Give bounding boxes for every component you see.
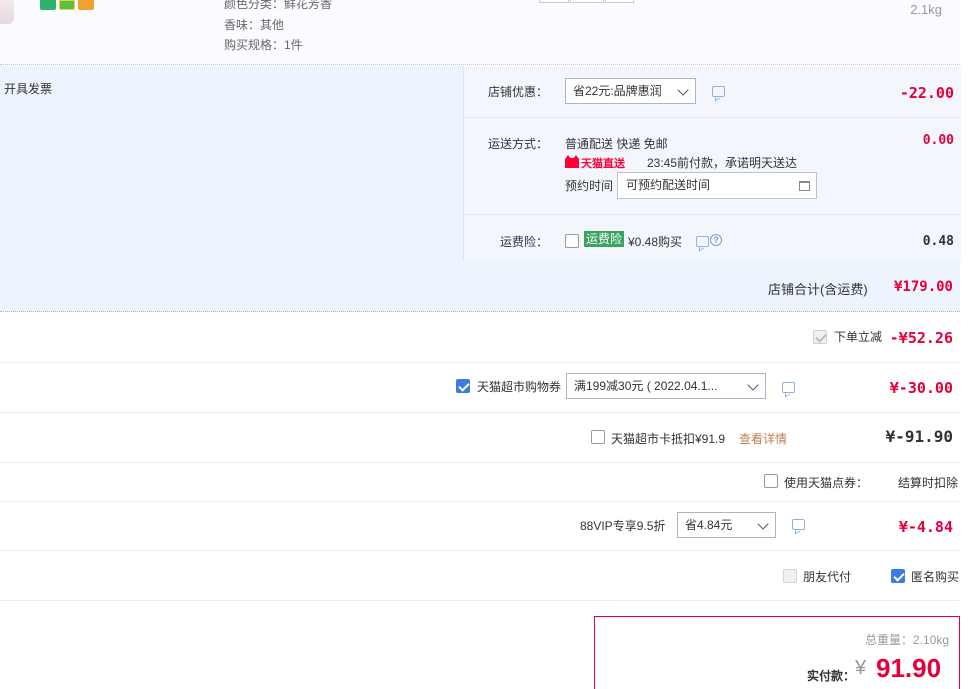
instant-discount-checkbox — [813, 330, 827, 344]
coupon-icon — [78, 0, 94, 10]
shop-discount-value: 省22元:品牌惠润 — [573, 84, 662, 98]
shop-options-panel: 店铺优惠： 省22元:品牌惠润 -22.00 运送方式： 普通配送 快递 免邮 … — [463, 66, 961, 261]
product-item-row: 颜色分类：鲜花芳香 香味：其他 购买规格：1件 2.1kg — [0, 0, 960, 65]
calendar-icon — [799, 181, 810, 191]
shipping-label: 运送方式： — [487, 137, 548, 151]
shipping-method: 普通配送 快递 免邮 — [565, 137, 668, 151]
chevron-down-icon — [747, 379, 759, 391]
coupon-select[interactable]: 满199减30元 ( 2022.04.1... — [566, 373, 766, 399]
instant-discount-row: 下单立减 -¥52.26 — [0, 313, 960, 363]
chevron-down-icon — [757, 518, 769, 530]
tmall-cat-icon — [565, 155, 579, 168]
coupon-amount: ¥-30.00 — [889, 379, 953, 397]
points-value: 结算时扣除 — [898, 476, 959, 490]
insurance-label: 运费险： — [499, 235, 548, 249]
help-icon[interactable]: ? — [710, 234, 722, 246]
product-attr-spec: 购买规格：1件 — [224, 38, 303, 52]
currency-symbol: ¥ — [855, 657, 867, 679]
guarantee-icon — [59, 0, 75, 10]
quantity-decrease-button[interactable] — [539, 0, 569, 3]
shipping-insurance-row: 运费险： 运费险 ¥0.48购买 ? 0.48 — [464, 215, 961, 261]
friend-pay-checkbox — [783, 569, 797, 583]
points-row: 使用天猫点券： 结算时扣除 — [0, 463, 960, 502]
shop-order-section: 开具发票 店铺优惠： 省22元:品牌惠润 -22.00 运送方式： 普通配送 快… — [0, 66, 961, 312]
instant-discount-label: 下单立减 — [834, 330, 883, 344]
vip-select[interactable]: 省4.84元 — [677, 512, 776, 538]
actual-pay-label: 实付款： — [807, 669, 856, 683]
product-attr-scent: 香味：其他 — [224, 18, 285, 32]
coupon-label: 天猫超市购物券 — [477, 380, 562, 394]
vip-label: 88VIP专享9.5折 — [580, 519, 666, 533]
supermarket-card-row: 天猫超市卡抵扣¥91.9 查看详情 ¥-91.90 — [0, 413, 960, 463]
tmall-direct-text: 天猫直送 — [581, 158, 625, 170]
vip-discount-row: 88VIP专享9.5折 省4.84元 ¥-4.84 — [0, 502, 960, 551]
appointment-placeholder: 可预约配送时间 — [626, 178, 711, 192]
card-details-link[interactable]: 查看详情 — [739, 430, 787, 447]
actual-pay-amount: 91.90 — [876, 653, 942, 683]
shop-total-value: ¥179.00 — [893, 279, 953, 295]
total-weight: 总重量：2.10kg — [864, 633, 949, 647]
card-label: 天猫超市卡抵扣¥91.9 — [611, 432, 726, 446]
chevron-down-icon — [677, 84, 689, 96]
shipping-amount: 0.00 — [922, 133, 954, 148]
instant-discount-amount: -¥52.26 — [889, 329, 953, 347]
shop-discount-label: 店铺优惠： — [487, 85, 548, 99]
card-amount: ¥-91.90 — [885, 427, 953, 446]
anonymous-checkbox[interactable] — [891, 569, 905, 583]
coupon-value: 满199减30元 ( 2022.04.1... — [574, 379, 718, 393]
points-checkbox[interactable] — [764, 474, 778, 488]
message-icon[interactable] — [712, 86, 725, 97]
vip-amount: ¥-4.84 — [898, 518, 953, 536]
insurance-checkbox[interactable] — [565, 234, 579, 248]
shop-total-label: 店铺合计(含运费) — [768, 282, 868, 297]
product-weight: 2.1kg — [910, 2, 942, 17]
payment-options-row: 朋友代付 匿名购买 — [0, 551, 960, 601]
insurance-price: ¥0.48购买 — [628, 235, 683, 249]
message-icon[interactable] — [792, 519, 805, 530]
product-thumbnail[interactable] — [0, 0, 14, 24]
coupon-checkbox[interactable] — [456, 379, 470, 393]
message-icon[interactable] — [696, 236, 709, 247]
tmall-direct-badge: 天猫直送 — [565, 155, 625, 171]
product-attr-color: 颜色分类：鲜花芳香 — [224, 0, 333, 11]
service-icons — [40, 0, 94, 10]
quantity-input[interactable] — [570, 0, 604, 3]
anonymous-label: 匿名购买 — [911, 570, 960, 584]
invoice-link[interactable]: 开具发票 — [4, 80, 52, 97]
message-icon[interactable] — [782, 382, 795, 393]
vip-value: 省4.84元 — [685, 518, 733, 532]
shop-discount-row: 店铺优惠： 省22元:品牌惠润 -22.00 — [464, 66, 961, 118]
appointment-label: 预约时间 — [565, 179, 614, 193]
quantity-increase-button[interactable] — [605, 0, 634, 3]
card-checkbox[interactable] — [591, 430, 605, 444]
payment-summary-box: 总重量：2.10kg 实付款： ¥ 91.90 — [594, 616, 960, 689]
shipping-row: 运送方式： 普通配送 快递 免邮 0.00 天猫直送 23:45前付款，承诺明天… — [464, 118, 961, 215]
appointment-time-input[interactable]: 可预约配送时间 — [617, 172, 817, 199]
friend-pay-label: 朋友代付 — [803, 570, 852, 584]
supermarket-coupon-row: 天猫超市购物券 满199减30元 ( 2022.04.1... ¥-30.00 — [0, 363, 960, 413]
insurance-amount: 0.48 — [922, 234, 954, 249]
delivery-promise: 23:45前付款，承诺明天送达 — [647, 156, 798, 170]
points-label: 使用天猫点券： — [784, 476, 869, 490]
shop-discount-amount: -22.00 — [899, 84, 954, 102]
seven-day-return-icon — [40, 0, 56, 10]
insurance-badge: 运费险 — [584, 231, 625, 247]
shop-discount-select[interactable]: 省22元:品牌惠润 — [565, 78, 696, 104]
